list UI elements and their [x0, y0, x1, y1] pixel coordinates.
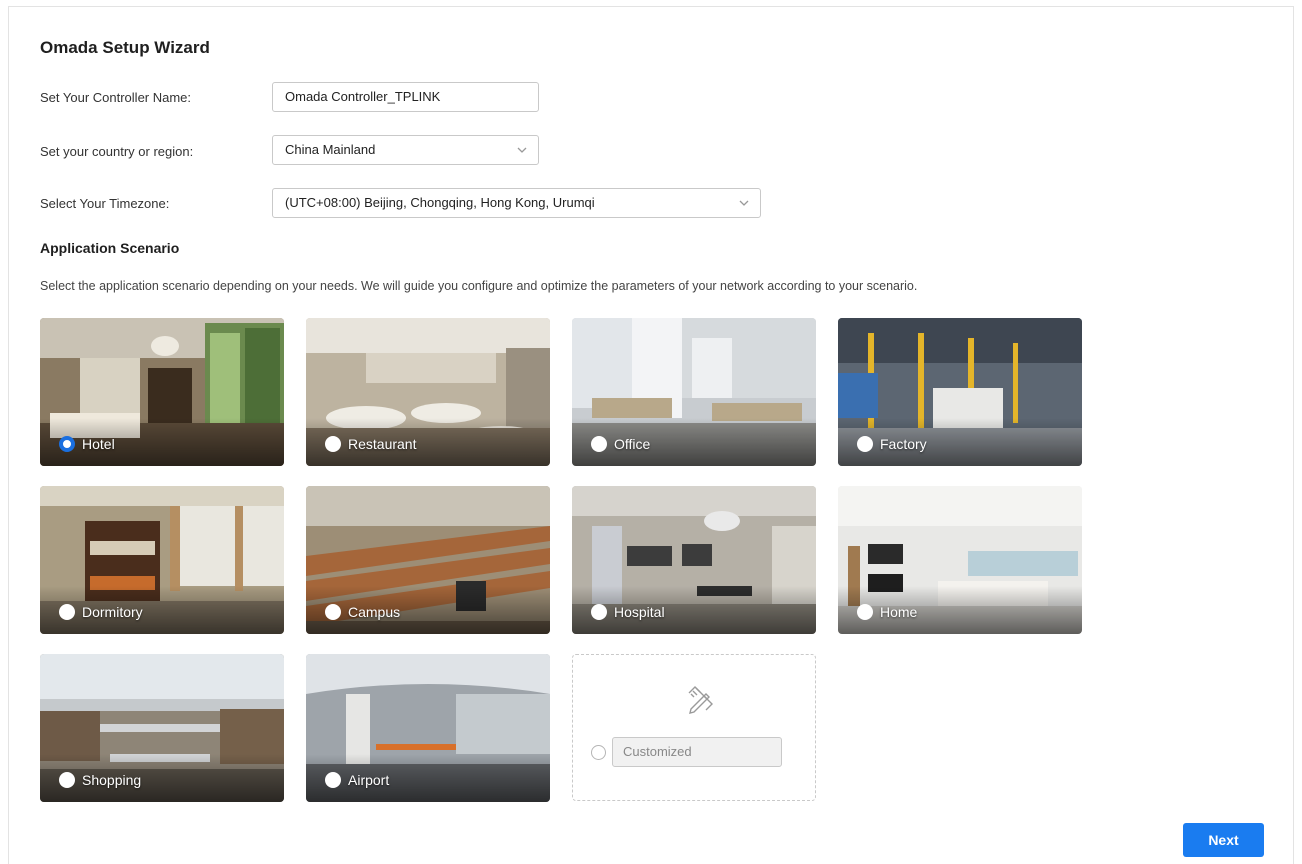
scenario-card-hospital[interactable]: Hospital [572, 486, 816, 634]
scenario-card-factory[interactable]: Factory [838, 318, 1082, 466]
airport-radio[interactable] [325, 772, 341, 788]
section-description: Select the application scenario dependin… [40, 279, 918, 293]
campus-radio[interactable] [325, 604, 341, 620]
page-title: Omada Setup Wizard [40, 38, 210, 57]
card-overlay [40, 754, 284, 802]
country-label: Set your country or region: [40, 144, 194, 159]
scenario-card-shopping[interactable]: Shopping [40, 654, 284, 802]
home-label: Home [880, 604, 918, 620]
dormitory-label: Dormitory [82, 604, 143, 620]
scenario-card-home[interactable]: Home [838, 486, 1082, 634]
card-overlay [838, 586, 1082, 634]
customized-input[interactable]: Customized [612, 737, 782, 767]
controller-name-label: Set Your Controller Name: [40, 90, 192, 105]
hospital-radio[interactable] [591, 604, 607, 620]
card-overlay [40, 418, 284, 466]
hospital-label: Hospital [614, 604, 665, 620]
card-overlay [306, 586, 550, 634]
controller-name-value: Omada Controller_TPLINK [285, 89, 441, 104]
shopping-label: Shopping [82, 772, 142, 788]
office-radio[interactable] [591, 436, 607, 452]
card-overlay [306, 754, 550, 802]
scenario-card-campus[interactable]: Campus [306, 486, 550, 634]
restaurant-radio[interactable] [325, 436, 341, 452]
customized-placeholder: Customized [623, 744, 692, 759]
next-button[interactable]: Next [1183, 823, 1264, 857]
timezone-label: Select Your Timezone: [40, 196, 170, 211]
section-heading: Application Scenario [40, 240, 180, 256]
country-select[interactable]: China Mainland [272, 135, 539, 165]
hotel-label: Hotel [82, 436, 115, 452]
home-radio[interactable] [857, 604, 873, 620]
campus-label: Campus [348, 604, 401, 620]
card-overlay [306, 418, 550, 466]
scenario-card-airport[interactable]: Airport [306, 654, 550, 802]
factory-radio[interactable] [857, 436, 873, 452]
chevron-down-icon [739, 200, 749, 206]
airport-label: Airport [348, 772, 390, 788]
scenario-card-hotel[interactable]: Hotel [40, 318, 284, 466]
factory-label: Factory [880, 436, 927, 452]
scenario-card-restaurant[interactable]: Restaurant [306, 318, 550, 466]
scenario-card-customized[interactable]: Customized [572, 654, 816, 801]
customized-radio[interactable] [591, 745, 606, 760]
card-overlay [40, 586, 284, 634]
timezone-value: (UTC+08:00) Beijing, Chongqing, Hong Kon… [285, 195, 595, 210]
office-label: Office [614, 436, 651, 452]
edit-tools-icon [688, 686, 713, 714]
timezone-select[interactable]: (UTC+08:00) Beijing, Chongqing, Hong Kon… [272, 188, 761, 218]
card-overlay [572, 418, 816, 466]
restaurant-label: Restaurant [348, 436, 417, 452]
controller-name-input[interactable]: Omada Controller_TPLINK [272, 82, 539, 112]
dormitory-radio[interactable] [59, 604, 75, 620]
card-overlay [838, 418, 1082, 466]
shopping-radio[interactable] [59, 772, 75, 788]
scenario-card-dormitory[interactable]: Dormitory [40, 486, 284, 634]
country-value: China Mainland [285, 142, 376, 157]
card-overlay [572, 586, 816, 634]
hotel-radio[interactable] [59, 436, 75, 452]
scenario-card-office[interactable]: Office [572, 318, 816, 466]
chevron-down-icon [517, 147, 527, 153]
